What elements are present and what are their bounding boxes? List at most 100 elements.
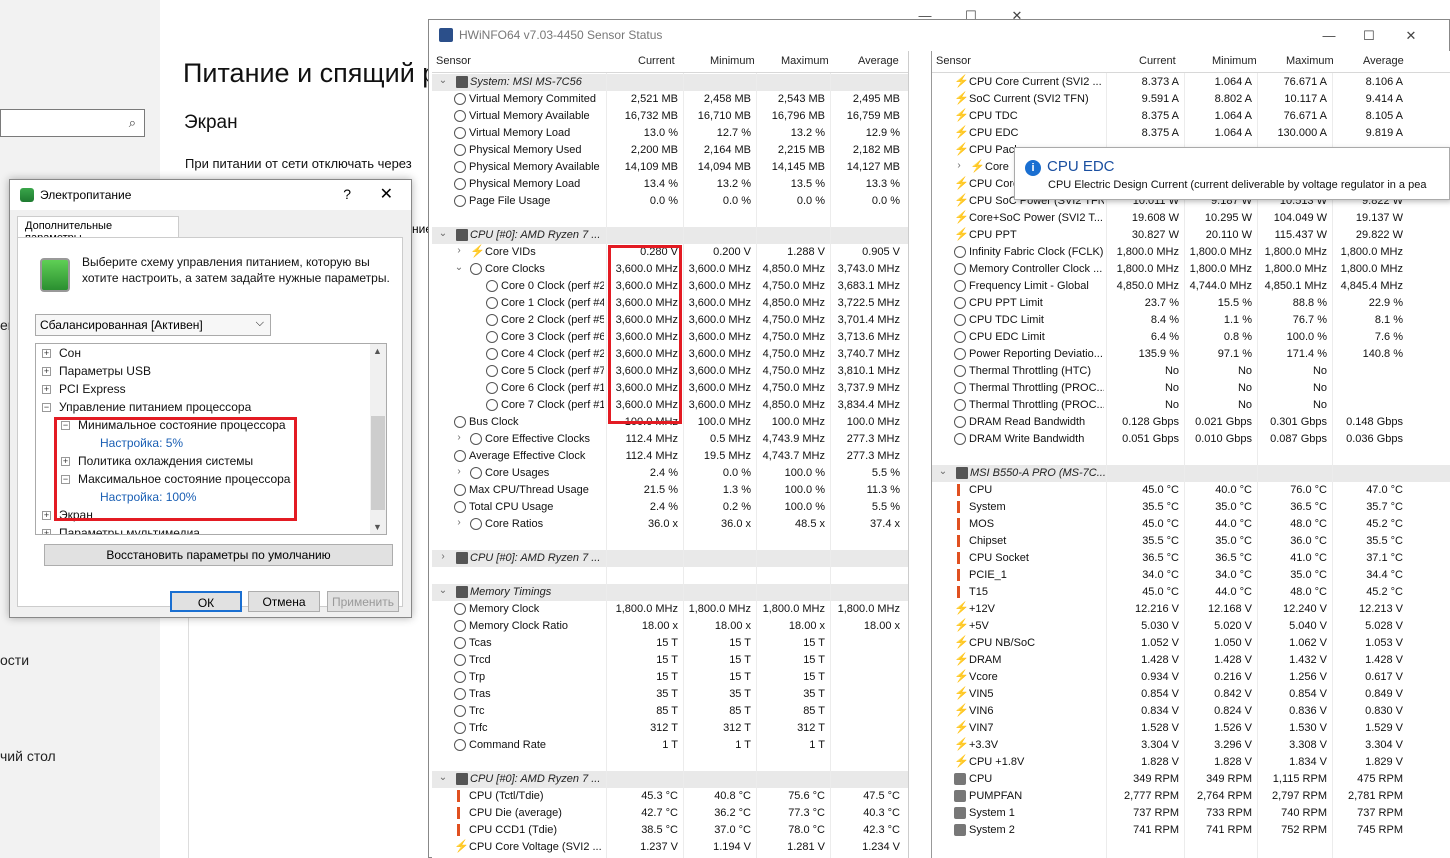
minimize-button[interactable]: — [1309, 20, 1349, 52]
sensor-row[interactable]: Power Reporting Deviatio... 135.9 % 97.1 %… [932, 346, 1450, 363]
sensor-row[interactable]: Memory Controller Clock ... 1,800.0 MHz 1,… [932, 261, 1450, 278]
chevron-down-icon[interactable]: ⌄ [938, 466, 948, 477]
sensor-row[interactable]: System 35.5 °C 35.0 °C 36.5 °C 35.7 °C [932, 499, 1450, 516]
sensor-row[interactable]: ⚡ Vcore 0.934 V 0.216 V 1.256 V 0.617 V [932, 669, 1450, 686]
sensor-row[interactable]: ⚡ Core+SoC Power (SVI2 T... 19.608 W 10.295… [932, 210, 1450, 227]
expand-icon[interactable]: + [42, 385, 51, 394]
sensor-row[interactable]: Physical Memory Load 13.4 % 13.2 % 13.5 % 13… [432, 176, 908, 193]
sensor-row[interactable]: CPU EDC Limit 6.4 % 0.8 % 100.0 % 7.6 % [932, 329, 1450, 346]
tab-advanced-settings[interactable]: Дополнительные параметры [17, 216, 179, 244]
sensor-row[interactable]: ⚡ CPU +1.8V 1.828 V 1.828 V 1.834 V 1.829 V [932, 754, 1450, 771]
scroll-up-icon[interactable]: ▲ [373, 346, 382, 356]
sensor-row[interactable]: ⚡ CPU PPT 30.827 W 20.110 W 115.437 W 29.822 … [932, 227, 1450, 244]
sensor-row[interactable]: DRAM Write Bandwidth 0.051 Gbps 0.010 Gbps… [932, 431, 1450, 448]
chevron-right-icon[interactable]: › [454, 517, 464, 528]
sensor-row[interactable]: Thermal Throttling (PROC... No No No [932, 397, 1450, 414]
sensor-row[interactable]: System 1 737 RPM 733 RPM 740 RPM 737 RPM [932, 805, 1450, 822]
sensor-row[interactable]: CPU TDC Limit 8.4 % 1.1 % 76.7 % 8.1 % [932, 312, 1450, 329]
chevron-right-icon[interactable]: › [454, 466, 464, 477]
sensor-row[interactable]: System 2 741 RPM 741 RPM 752 RPM 745 RPM [932, 822, 1450, 839]
chevron-right-icon[interactable]: › [954, 160, 964, 171]
sensor-row[interactable]: ⚡ +3.3V 3.304 V 3.296 V 3.308 V 3.304 V [932, 737, 1450, 754]
col-maximum[interactable]: Maximum [1286, 55, 1334, 67]
col-sensor[interactable]: Sensor [436, 55, 471, 67]
sensor-group-row[interactable]: ⌄ MSI B550-A PRO (MS-7C... [932, 465, 1450, 482]
tree-item[interactable]: − Управление питанием процессора [42, 400, 251, 414]
sensor-row[interactable]: CPU Die (average) 42.7 °C 36.2 °C 77.3 °C 40… [432, 805, 908, 822]
sensor-row[interactable]: ⚡ VIN6 0.834 V 0.824 V 0.836 V 0.830 V [932, 703, 1450, 720]
tree-scrollbar[interactable]: ▲ ▼ [370, 344, 386, 534]
sensor-row[interactable]: Trfc 312 T 312 T 312 T [432, 720, 908, 737]
expand-icon[interactable]: + [42, 529, 51, 534]
close-button[interactable]: ✕ [380, 184, 393, 204]
sensor-row[interactable]: Page File Usage 0.0 % 0.0 % 0.0 % 0.0 % [432, 193, 908, 210]
sensor-group-row[interactable]: ⌄ CPU [#0]: AMD Ryzen 7 ... [432, 771, 908, 788]
sensor-row[interactable]: MOS 45.0 °C 44.0 °C 48.0 °C 45.2 °C [932, 516, 1450, 533]
sensor-row[interactable]: Trp 15 T 15 T 15 T [432, 669, 908, 686]
col-average[interactable]: Average [1363, 55, 1404, 67]
sensor-group-row[interactable]: ⌄ System: MSI MS-7C56 [432, 74, 908, 91]
sensor-row[interactable]: ⚡ VIN5 0.854 V 0.842 V 0.854 V 0.849 V [932, 686, 1450, 703]
sensor-row[interactable]: Virtual Memory Commited 2,521 MB 2,458 MB 2… [432, 91, 908, 108]
sensor-row[interactable]: ⚡ CPU TDC 8.375 A 1.064 A 76.671 A 8.105 A [932, 108, 1450, 125]
chevron-right-icon[interactable]: › [454, 245, 464, 256]
ok-button[interactable]: ОК [170, 591, 242, 612]
sensor-row[interactable]: Total CPU Usage 2.4 % 0.2 % 100.0 % 5.5 % [432, 499, 908, 516]
sensor-row[interactable]: ⚡ CPU NB/SoC 1.052 V 1.050 V 1.062 V 1.053 V [932, 635, 1450, 652]
sensor-row[interactable]: Chipset 35.5 °C 35.0 °C 36.0 °C 35.5 °C [932, 533, 1450, 550]
sensor-row[interactable]: CPU Socket 36.5 °C 36.5 °C 41.0 °C 37.1 °C [932, 550, 1450, 567]
sensor-row[interactable]: ⚡ CPU EDC 8.375 A 1.064 A 130.000 A 9.819 A [932, 125, 1450, 142]
sensor-pane-left[interactable]: Sensor Current Minimum Maximum Average ⌄… [432, 51, 908, 858]
sensor-row[interactable]: Max CPU/Thread Usage 21.5 % 1.3 % 100.0 % 11… [432, 482, 908, 499]
sensor-row[interactable]: Tras 35 T 35 T 35 T [432, 686, 908, 703]
sensor-row[interactable]: › Core Usages 2.4 % 0.0 % 100.0 % 5.5 % [432, 465, 908, 482]
maximize-button[interactable]: ☐ [1349, 20, 1389, 52]
sensor-row[interactable]: Average Effective Clock 112.4 MHz 19.5 MHz… [432, 448, 908, 465]
sensor-row[interactable]: Memory Clock Ratio 18.00 x 18.00 x 18.00 x 1… [432, 618, 908, 635]
sensor-row[interactable]: Physical Memory Available 14,109 MB 14,094… [432, 159, 908, 176]
tree-item[interactable]: + Параметры USB [42, 364, 151, 378]
chevron-down-icon[interactable]: ⌄ [454, 262, 464, 273]
sensor-row[interactable]: ⚡ SoC Current (SVI2 TFN) 9.591 A 8.802 A 10.… [932, 91, 1450, 108]
col-average[interactable]: Average [858, 55, 899, 67]
expand-icon[interactable]: + [42, 367, 51, 376]
sensor-row[interactable]: Memory Clock 1,800.0 MHz 1,800.0 MHz 1,800.… [432, 601, 908, 618]
chevron-right-icon[interactable]: › [454, 432, 464, 443]
sensor-group-row[interactable]: › CPU [#0]: AMD Ryzen 7 ... [432, 550, 908, 567]
chevron-down-icon[interactable]: ⌄ [438, 228, 448, 239]
sensor-row[interactable]: Tcas 15 T 15 T 15 T [432, 635, 908, 652]
sensor-row[interactable]: Virtual Memory Available 16,732 MB 16,710 … [432, 108, 908, 125]
search-input[interactable]: ⌕ [0, 109, 145, 137]
chevron-down-icon[interactable]: ⌄ [438, 75, 448, 86]
tree-item[interactable]: + Сон [42, 346, 81, 360]
sensor-row[interactable]: › Core Ratios 36.0 x 36.0 x 48.5 x 37.4 x [432, 516, 908, 533]
tree-item[interactable]: + PCI Express [42, 382, 126, 396]
col-maximum[interactable]: Maximum [781, 55, 829, 67]
sensor-group-row[interactable]: ⌄ CPU [#0]: AMD Ryzen 7 ... [432, 227, 908, 244]
sensor-row[interactable]: ⚡ CPU Core Current (SVI2 ... 8.373 A 1.064 … [932, 74, 1450, 91]
collapse-icon[interactable]: − [42, 403, 51, 412]
scroll-down-icon[interactable]: ▼ [373, 522, 382, 532]
sensor-row[interactable]: PUMPFAN 2,777 RPM 2,764 RPM 2,797 RPM 2,781 … [932, 788, 1450, 805]
restore-defaults-button[interactable]: Восстановить параметры по умолчанию [44, 544, 393, 566]
sensor-row[interactable]: CPU 349 RPM 349 RPM 1,115 RPM 475 RPM [932, 771, 1450, 788]
scrollbar-thumb[interactable] [371, 416, 385, 510]
col-current[interactable]: Current [1139, 55, 1176, 67]
expand-icon[interactable]: + [42, 349, 51, 358]
sensor-row[interactable]: Thermal Throttling (HTC) No No No [932, 363, 1450, 380]
sensor-row[interactable]: CPU (Tctl/Tdie) 45.3 °C 40.8 °C 75.6 °C 47.5… [432, 788, 908, 805]
expand-icon[interactable]: + [42, 511, 51, 520]
sensor-row[interactable]: ⚡ VIN7 1.528 V 1.526 V 1.530 V 1.529 V [932, 720, 1450, 737]
sensor-row[interactable]: Frequency Limit - Global 4,850.0 MHz 4,744… [932, 278, 1450, 295]
sensor-group-row[interactable]: ⌄ Memory Timings [432, 584, 908, 601]
power-scheme-select[interactable]: Сбалансированная [Активен] ⌵ [35, 314, 271, 336]
col-minimum[interactable]: Minimum [710, 55, 755, 67]
sensor-row[interactable]: T15 45.0 °C 44.0 °C 48.0 °C 45.2 °C [932, 584, 1450, 601]
sensor-row[interactable]: Infinity Fabric Clock (FCLK) 1,800.0 MHz 1… [932, 244, 1450, 261]
close-button[interactable]: ✕ [1391, 20, 1431, 52]
help-button[interactable]: ? [343, 186, 351, 202]
sensor-row[interactable]: CPU 45.0 °C 40.0 °C 76.0 °C 47.0 °C [932, 482, 1450, 499]
col-sensor[interactable]: Sensor [936, 55, 971, 67]
col-minimum[interactable]: Minimum [1212, 55, 1257, 67]
sidebar-item[interactable]: ости [0, 652, 29, 668]
